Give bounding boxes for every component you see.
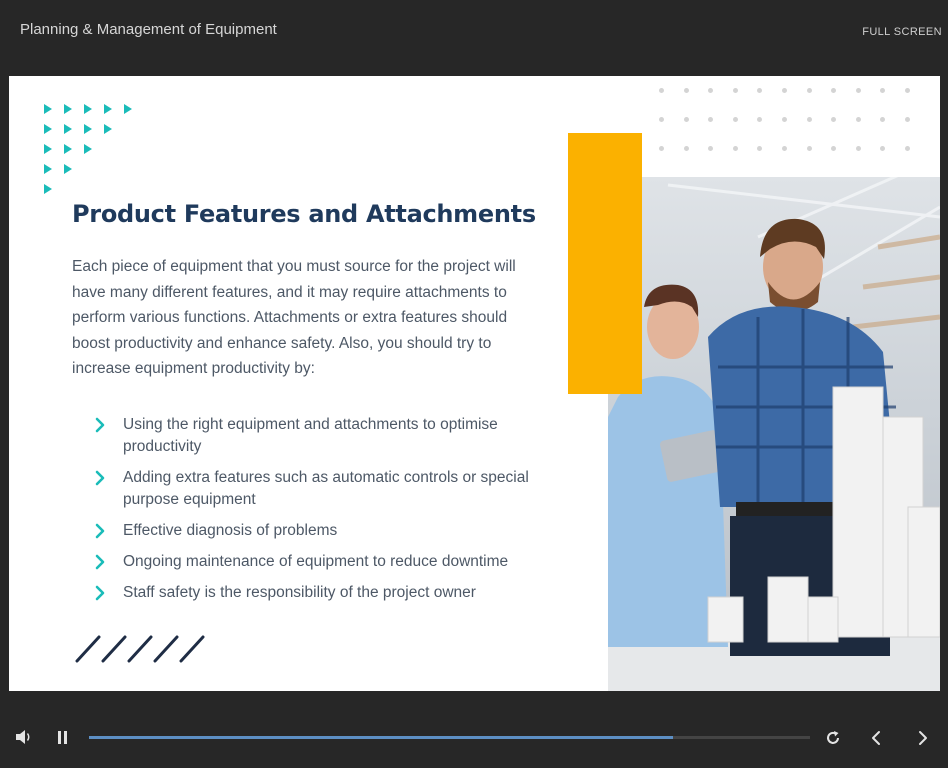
slide-title: Product Features and Attachments [72,200,536,228]
list-item: Adding extra features such as automatic … [92,467,542,511]
dot-shape [880,117,886,122]
chevron-right-icon [95,417,105,433]
previous-icon[interactable] [870,730,882,746]
team-photo [608,177,940,691]
dot-shape [732,88,738,93]
photo-illustration [608,177,940,691]
dot-shape [880,88,886,93]
dot-shape [757,117,763,122]
list-item: Ongoing maintenance of equipment to redu… [92,551,542,573]
triangle-shape [84,104,92,114]
dot-shape [806,117,812,122]
bullet-text: Ongoing maintenance of equipment to redu… [123,553,509,570]
triangle-shape [64,164,72,174]
decorative-slashes [75,635,205,663]
chevron-right-icon [95,523,105,539]
dot-shape [905,88,910,93]
volume-icon[interactable] [15,729,33,745]
dot-shape [855,146,861,151]
dot-shape [905,117,910,122]
decorative-dot-grid [659,88,929,158]
dot-shape [806,146,812,151]
intro-paragraph: Each piece of equipment that you must so… [72,258,516,377]
triangle-shape [64,144,72,154]
next-icon[interactable] [917,730,929,746]
dot-shape [708,88,714,93]
decorative-yellow-block [568,133,642,394]
dot-shape [831,117,837,122]
dot-shape [782,146,787,151]
dot-shape [782,88,787,93]
triangle-shape [124,104,132,114]
list-item: Staff safety is the responsibility of th… [92,582,542,604]
seek-bar[interactable] [89,736,810,739]
dot-shape [732,146,738,151]
chevron-right-icon [95,585,105,601]
bullet-text: Staff safety is the responsibility of th… [123,584,476,601]
dot-shape [683,146,689,151]
dot-shape [831,88,837,93]
dot-shape [782,117,787,122]
dot-shape [659,88,664,93]
dot-shape [659,146,664,151]
player-controls [0,710,948,768]
chevron-right-icon [95,554,105,570]
replay-icon[interactable] [825,730,841,746]
chevron-right-icon [95,470,105,486]
pause-icon[interactable] [57,730,69,746]
dot-shape [683,88,689,93]
triangle-shape [84,144,92,154]
triangle-shape [44,184,52,194]
list-item: Effective diagnosis of problems [92,520,542,542]
dot-shape [855,117,861,122]
triangle-shape [104,104,112,114]
dot-shape [855,88,861,93]
dot-shape [831,146,837,151]
dot-shape [708,146,714,151]
course-title: Planning & Management of Equipment [20,21,277,38]
triangle-shape [44,104,52,114]
bullet-text: Adding extra features such as automatic … [123,469,529,508]
triangle-shape [64,104,72,114]
dot-shape [683,117,689,122]
triangle-shape [104,124,112,134]
dot-shape [880,146,886,151]
triangle-shape [44,164,52,174]
dot-shape [757,146,763,151]
slide: Product Features and Attachments Each pi… [9,76,940,691]
triangle-shape [44,124,52,134]
fullscreen-button[interactable]: FULL SCREEN [862,26,942,38]
top-bar: Planning & Management of Equipment FULL … [0,0,948,76]
triangle-shape [84,124,92,134]
triangle-shape [44,144,52,154]
dot-shape [806,88,812,93]
list-item: Using the right equipment and attachment… [92,414,542,458]
dot-shape [905,146,910,151]
bullet-list: Using the right equipment and attachment… [92,414,542,613]
seek-bar-progress [89,736,673,739]
bullet-text: Effective diagnosis of problems [123,522,338,539]
dot-shape [732,117,738,122]
bullet-text: Using the right equipment and attachment… [123,416,498,455]
decorative-triangles [44,104,144,204]
dot-shape [757,88,763,93]
triangle-shape [64,124,72,134]
dot-shape [659,117,664,122]
dot-shape [708,117,714,122]
